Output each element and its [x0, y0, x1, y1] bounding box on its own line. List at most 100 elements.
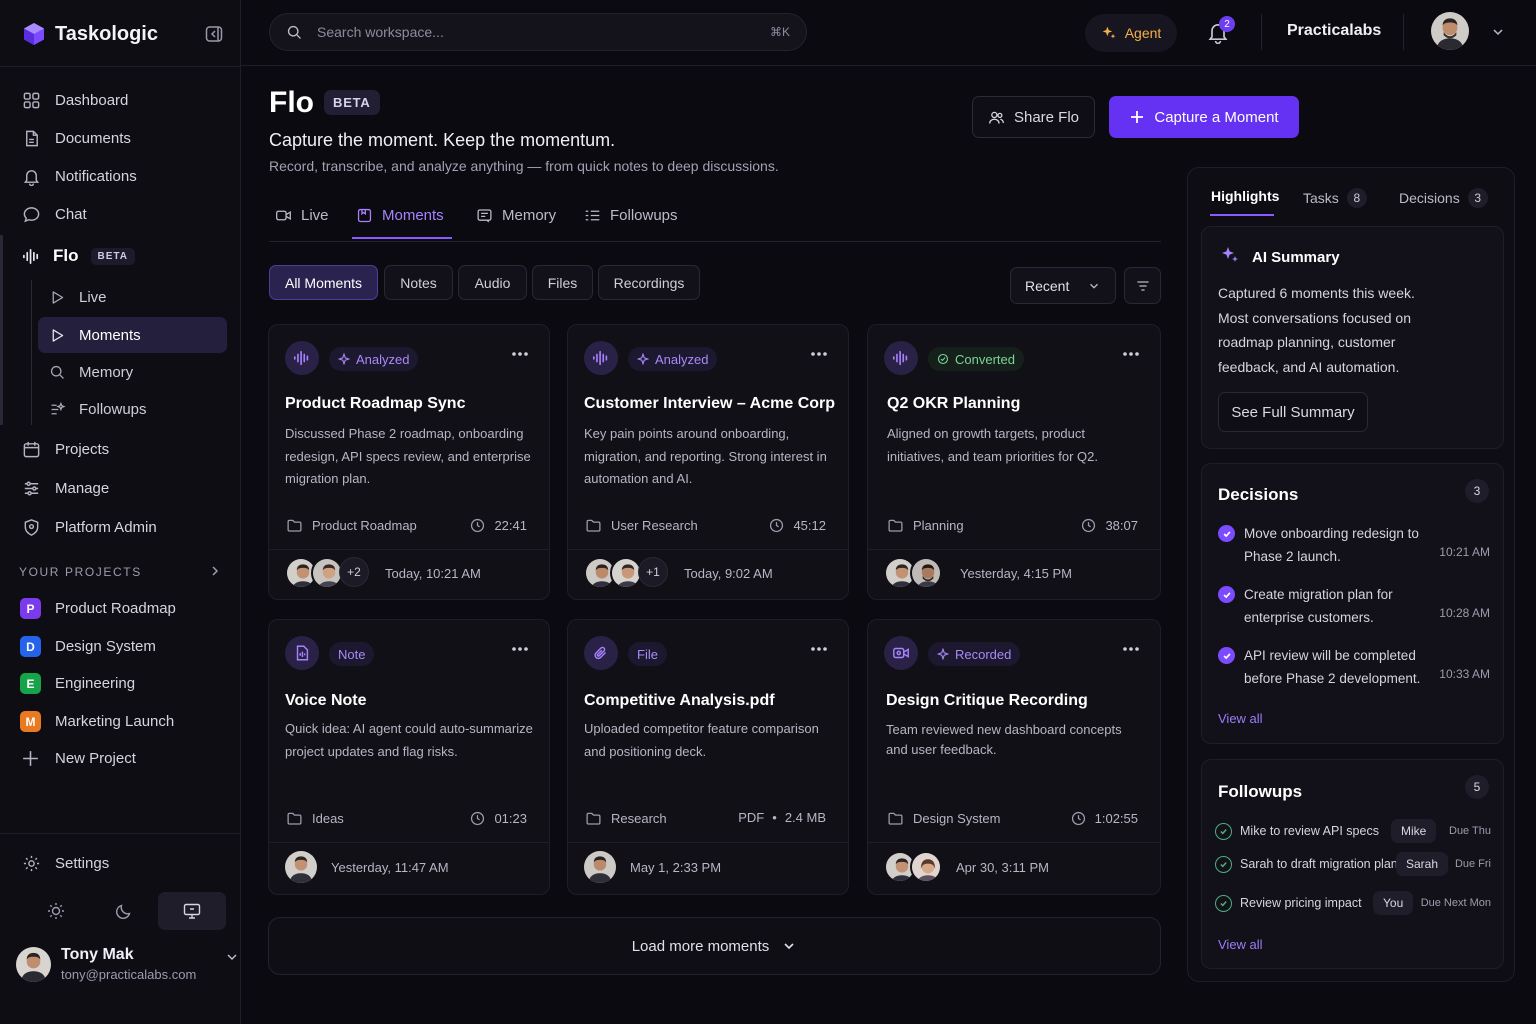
participants	[884, 851, 942, 883]
nav-documents[interactable]: Documents	[22, 127, 131, 149]
ai-summary-card: AI Summary Captured 6 moments this week.…	[1201, 226, 1504, 449]
folder-icon	[287, 519, 302, 532]
new-project-button[interactable]: New Project	[20, 748, 136, 769]
followup-item[interactable]: Review pricing impact You Due Next Mon	[1215, 891, 1491, 915]
project-icon: P	[20, 598, 41, 619]
project-design-system[interactable]: D Design System	[20, 636, 156, 657]
more-options-icon[interactable]	[511, 646, 529, 652]
avatar[interactable]	[1431, 12, 1469, 50]
clock-icon	[471, 811, 485, 826]
more-options-icon[interactable]	[1122, 351, 1140, 357]
more-options-icon[interactable]	[511, 351, 529, 357]
followup-item[interactable]: Sarah to draft migration plan Sarah Due …	[1215, 852, 1491, 876]
sidebar-item-moments[interactable]: Moments	[38, 317, 227, 353]
card-footer: Apr 30, 3:11 PM	[884, 851, 1049, 883]
tab-label: Memory	[502, 206, 557, 224]
sidebar-item-followups[interactable]: Followups	[38, 391, 227, 427]
tab-highlights[interactable]: Highlights	[1211, 188, 1279, 204]
audio-wave-icon	[584, 341, 618, 375]
moment-card[interactable]: Analyzed Customer Interview – Acme Corp …	[567, 324, 849, 600]
sidebar-item-memory[interactable]: Memory	[38, 354, 227, 390]
project-marketing-launch[interactable]: M Marketing Launch	[20, 711, 174, 732]
tab-followups[interactable]: Followups	[584, 204, 678, 226]
filter-recordings[interactable]: Recordings	[598, 265, 700, 300]
filter-all-moments[interactable]: All Moments	[269, 265, 378, 300]
ai-summary-title: AI Summary	[1252, 249, 1340, 266]
chevron-down-icon[interactable]	[1490, 24, 1506, 40]
file-type: PDF	[738, 810, 765, 825]
folder-icon	[888, 812, 903, 825]
nav-label: Manage	[55, 479, 110, 497]
nav-notifications[interactable]: Notifications	[22, 165, 137, 187]
decision-time: 10:33 AM	[1439, 667, 1490, 681]
card-date: May 1, 2:33 PM	[630, 859, 722, 875]
nav-manage[interactable]: Manage	[22, 477, 109, 499]
card-description: Discussed Phase 2 roadmap, onboarding re…	[285, 426, 531, 486]
nav-projects[interactable]: Projects	[22, 438, 109, 460]
card-description: Quick idea: AI agent could auto-summariz…	[285, 721, 533, 759]
check-circle-icon	[1215, 894, 1232, 912]
more-options-icon[interactable]	[1122, 646, 1140, 652]
org-name[interactable]: Practicalabs	[1287, 22, 1381, 40]
moment-card[interactable]: Analyzed Product Roadmap Sync Discussed …	[268, 324, 550, 600]
moment-card[interactable]: Recorded Design Critique Recording Team …	[867, 619, 1161, 895]
decision-item[interactable]: Create migration plan for enterprise cus…	[1218, 583, 1490, 629]
see-full-summary-button[interactable]: See Full Summary	[1218, 392, 1368, 432]
moment-card[interactable]: Converted Q2 OKR Planning Aligned on gro…	[867, 324, 1161, 600]
card-folder: User Research	[585, 517, 698, 534]
filter-notes[interactable]: Notes	[384, 265, 453, 300]
sidebar-item-label: Memory	[79, 363, 134, 381]
folder-label: Planning	[913, 518, 964, 533]
nav-dashboard[interactable]: Dashboard	[22, 89, 128, 111]
collapse-sidebar-icon[interactable]	[204, 24, 224, 44]
theme-system-button[interactable]	[158, 892, 226, 930]
card-date: Today, 10:21 AM	[385, 565, 481, 581]
nav-platform-admin[interactable]: Platform Admin	[22, 516, 157, 538]
app-root: Taskologic Dashboard Documents Notificat…	[0, 0, 1536, 1024]
filter-button[interactable]	[1124, 267, 1161, 304]
filter-files[interactable]: Files	[532, 265, 593, 300]
logo[interactable]: Taskologic	[22, 22, 158, 46]
card-duration: 45:12	[768, 517, 826, 534]
chevron-right-icon[interactable]	[208, 564, 222, 578]
folder-icon	[888, 519, 903, 532]
nav-flo[interactable]: Flo BETA	[22, 245, 135, 267]
followup-text: Mike to review API specs	[1240, 824, 1379, 838]
followup-item[interactable]: Mike to review API specs Mike Due Thu	[1215, 819, 1491, 843]
assignee-badge: You	[1373, 891, 1414, 915]
project-engineering[interactable]: E Engineering	[20, 673, 135, 694]
followups-view-all-link[interactable]: View all	[1218, 937, 1263, 952]
tab-moments[interactable]: Moments	[356, 204, 444, 226]
tab-memory[interactable]: Memory	[476, 204, 556, 226]
document-icon	[26, 130, 38, 146]
more-options-icon[interactable]	[810, 351, 828, 357]
plus-icon	[1131, 111, 1144, 123]
theme-dark-button[interactable]	[90, 892, 158, 930]
nav-settings[interactable]: Settings	[22, 852, 109, 874]
sidebar-item-live[interactable]: Live	[38, 279, 227, 315]
followups-count: 5	[1465, 775, 1489, 799]
nav-chat[interactable]: Chat	[22, 203, 87, 225]
tab-tasks[interactable]: Tasks 8	[1303, 188, 1367, 208]
agent-button[interactable]: Agent	[1085, 14, 1177, 52]
capture-moment-button[interactable]: Capture a Moment	[1109, 96, 1299, 138]
project-product-roadmap[interactable]: P Product Roadmap	[20, 598, 176, 619]
project-icon: D	[20, 636, 41, 657]
decisions-view-all-link[interactable]: View all	[1218, 711, 1263, 726]
load-more-button[interactable]: Load more moments	[268, 917, 1161, 975]
moment-card[interactable]: File Competitive Analysis.pdf Uploaded c…	[567, 619, 849, 895]
theme-light-button[interactable]	[22, 892, 90, 930]
more-options-icon[interactable]	[810, 646, 828, 652]
search-input[interactable]	[317, 24, 756, 40]
decision-item[interactable]: Move onboarding redesign to Phase 2 laun…	[1218, 522, 1490, 568]
sort-select[interactable]: Recent	[1010, 267, 1116, 304]
filter-audio[interactable]: Audio	[458, 265, 527, 300]
decision-item[interactable]: API review will be completed before Phas…	[1218, 644, 1490, 690]
share-button[interactable]: Share Flo	[972, 96, 1095, 138]
user-menu[interactable]: Tony Mak tony@practicalabs.com	[16, 946, 240, 982]
tab-decisions[interactable]: Decisions 3	[1399, 188, 1488, 208]
project-icon: E	[20, 673, 41, 694]
tab-live[interactable]: Live	[275, 204, 329, 226]
moment-card[interactable]: Note Voice Note Quick idea: AI agent cou…	[268, 619, 550, 895]
sun-icon	[48, 903, 64, 919]
